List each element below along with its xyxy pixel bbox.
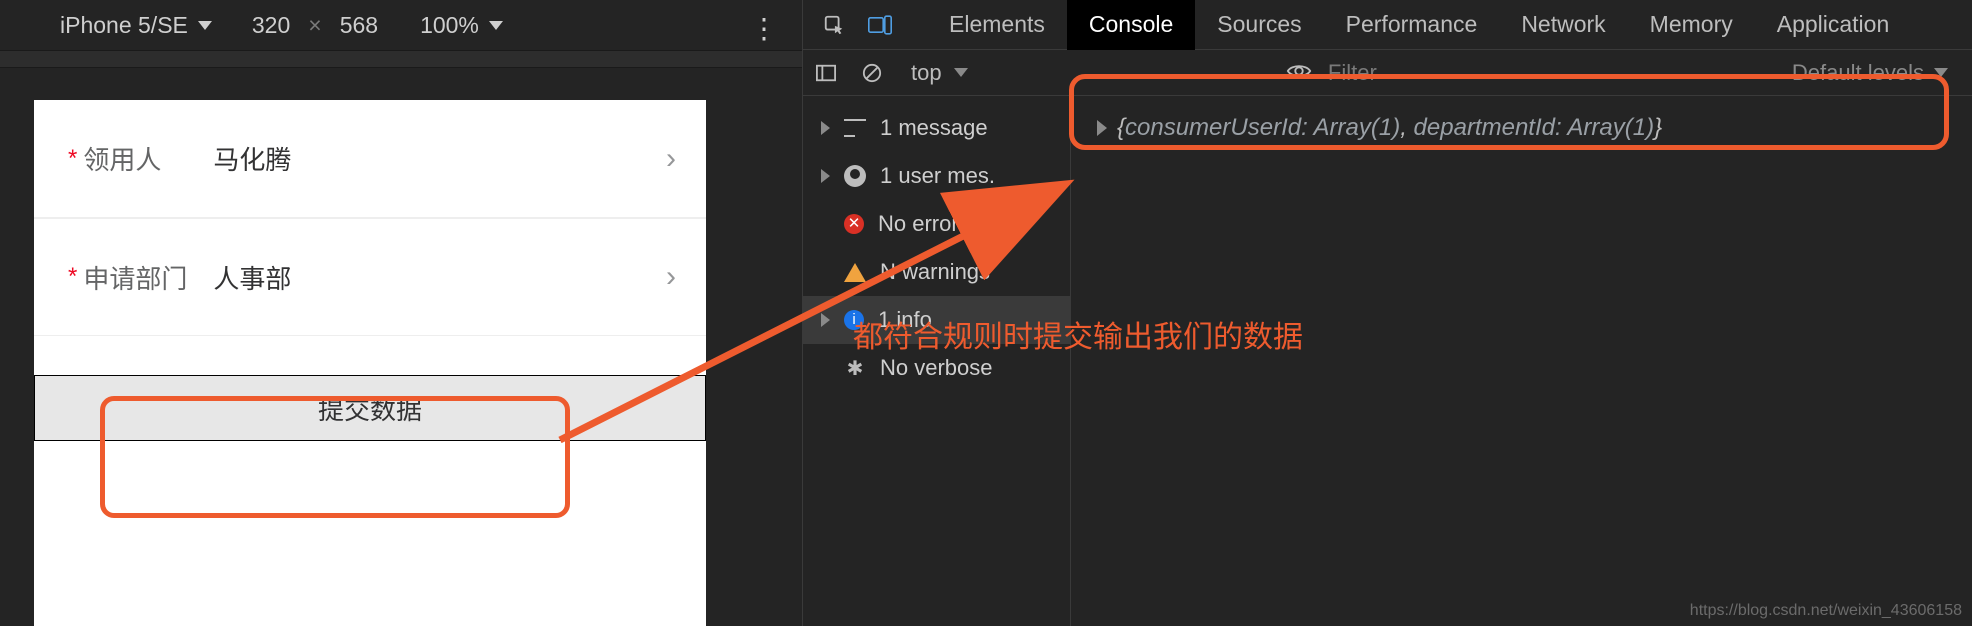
ruler <box>0 50 802 68</box>
sidebar-label: No verbose <box>880 355 993 381</box>
device-emulation-pane: iPhone 5/SE 320 × 568 100% ⋮ * 领用人 马化腾 ›… <box>0 0 802 626</box>
form-label-department: 申请部门 <box>83 259 213 296</box>
sidebar-label: N warnings <box>880 259 990 285</box>
toggle-sidebar-icon[interactable] <box>803 50 849 96</box>
form-row-department[interactable]: * 申请部门 人事部 › <box>34 218 706 336</box>
console-body: 1 message 1 user mes. ✕ No error N warni… <box>803 96 1972 626</box>
submit-button[interactable]: 提交数据 <box>34 375 706 441</box>
sidebar-label: 1 message <box>880 115 988 141</box>
tab-memory[interactable]: Memory <box>1628 0 1755 50</box>
devtools-pane: Elements Console Sources Performance Net… <box>802 0 1972 626</box>
form-value-consumer: 马化腾 <box>213 140 666 177</box>
filter-input[interactable]: Filter <box>1328 60 1768 86</box>
execution-context-select[interactable]: top <box>911 60 968 86</box>
chevron-right-icon: › <box>666 142 676 176</box>
dimension-separator: × <box>308 12 321 39</box>
user-icon <box>844 165 866 187</box>
tab-elements[interactable]: Elements <box>927 0 1067 50</box>
kebab-menu-icon[interactable]: ⋮ <box>750 12 780 45</box>
bug-icon <box>844 357 866 379</box>
error-icon: ✕ <box>844 214 864 234</box>
chevron-down-icon <box>489 21 503 30</box>
list-icon <box>844 117 866 139</box>
device-viewport: * 领用人 马化腾 › * 申请部门 人事部 › 提交数据 <box>34 100 706 626</box>
filter-placeholder: Filter <box>1328 60 1377 85</box>
required-star-icon: * <box>68 263 77 291</box>
tab-application[interactable]: Application <box>1755 0 1912 50</box>
console-output[interactable]: {consumerUserId: Array(1), departmentId:… <box>1071 96 1972 626</box>
viewport-dimensions: 320 × 568 <box>252 12 378 39</box>
chevron-right-icon: › <box>666 260 676 294</box>
caret-right-icon <box>821 169 830 183</box>
clear-console-icon[interactable] <box>849 50 895 96</box>
sidebar-user-messages[interactable]: 1 user mes. <box>803 152 1070 200</box>
caret-right-icon <box>821 313 830 327</box>
console-log-line[interactable]: {consumerUserId: Array(1), departmentId:… <box>1097 114 1946 142</box>
context-label: top <box>911 60 942 86</box>
viewport-height[interactable]: 568 <box>340 12 378 39</box>
form-label-consumer: 领用人 <box>83 140 213 177</box>
chevron-down-icon <box>198 21 212 30</box>
live-expression-icon[interactable] <box>1286 60 1312 86</box>
form-row-consumer[interactable]: * 领用人 马化腾 › <box>34 100 706 218</box>
caret-right-icon <box>821 121 830 135</box>
warning-icon <box>844 263 866 282</box>
tab-performance[interactable]: Performance <box>1324 0 1500 50</box>
tab-network[interactable]: Network <box>1499 0 1627 50</box>
console-toolbar: top Filter Default levels <box>803 50 1972 96</box>
device-name: iPhone 5/SE <box>60 12 188 39</box>
sidebar-errors[interactable]: ✕ No error <box>803 200 1070 248</box>
sidebar-label: No error <box>878 211 959 237</box>
sidebar-warnings[interactable]: N warnings <box>803 248 1070 296</box>
log-levels-select[interactable]: Default levels <box>1792 60 1948 86</box>
inspect-element-icon[interactable] <box>811 2 857 48</box>
emulation-toolbar: iPhone 5/SE 320 × 568 100% ⋮ <box>0 0 802 50</box>
device-select[interactable]: iPhone 5/SE <box>60 12 212 39</box>
annotation-text: 都符合规则时提交输出我们的数据 <box>853 312 1303 356</box>
chevron-down-icon <box>954 68 968 77</box>
zoom-value: 100% <box>420 12 479 39</box>
toggle-device-toolbar-icon[interactable] <box>857 2 903 48</box>
required-star-icon: * <box>68 145 77 173</box>
log-object: {consumerUserId: Array(1), departmentId:… <box>1117 114 1662 142</box>
tab-console[interactable]: Console <box>1067 0 1195 50</box>
expand-icon[interactable] <box>1097 120 1107 136</box>
sidebar-messages[interactable]: 1 message <box>803 104 1070 152</box>
watermark: https://blog.csdn.net/weixin_43606158 <box>1690 602 1962 620</box>
chevron-down-icon <box>1934 68 1948 77</box>
sidebar-label: 1 user mes. <box>880 163 995 189</box>
form-value-department: 人事部 <box>213 259 666 296</box>
submit-button-label: 提交数据 <box>318 390 422 427</box>
console-sidebar: 1 message 1 user mes. ✕ No error N warni… <box>803 96 1071 626</box>
submit-wrapper: 提交数据 <box>34 368 706 448</box>
tab-sources[interactable]: Sources <box>1195 0 1323 50</box>
zoom-select[interactable]: 100% <box>420 12 503 39</box>
devtools-tabs: Elements Console Sources Performance Net… <box>803 0 1972 50</box>
levels-label: Default levels <box>1792 60 1924 86</box>
viewport-width[interactable]: 320 <box>252 12 290 39</box>
